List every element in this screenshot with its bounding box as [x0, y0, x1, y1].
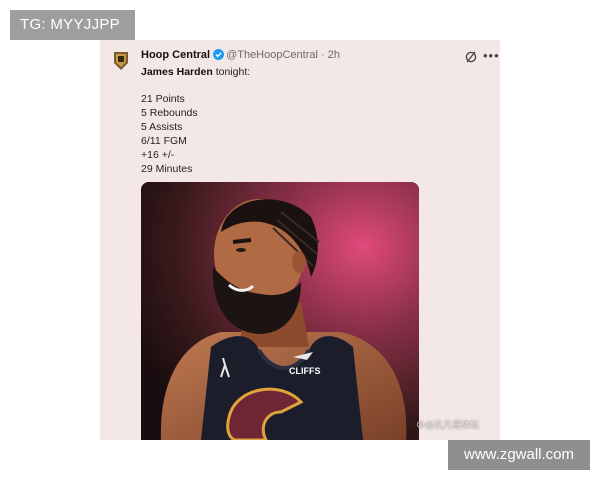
tweet-photo[interactable]: CLIFFS	[141, 182, 419, 440]
post-time[interactable]: 2h	[328, 49, 340, 61]
stat-list: 21 Points 5 Rebounds 5 Assists 6/11 FGM …	[141, 92, 198, 176]
author-name[interactable]: Hoop Central	[141, 49, 210, 61]
jersey-sponsor-text: CLIFFS	[289, 366, 321, 376]
stat-line: +16 +/-	[141, 149, 175, 161]
stat-line: 6/11 FGM	[141, 135, 187, 147]
more-icon[interactable]: •••	[483, 48, 500, 63]
tweet-text-suffix: tonight:	[212, 66, 251, 78]
player-photo-illustration: CLIFFS	[141, 182, 419, 440]
tweet-text: James Harden tonight:	[141, 65, 250, 79]
photo-watermark: ⊗@孔凡哥体坛	[416, 420, 480, 430]
stat-line: 5 Rebounds	[141, 107, 198, 119]
tweet-card[interactable]: Hoop Central @TheHoopCentral · 2h ••• Ja…	[100, 40, 500, 440]
stat-line: 29 Minutes	[141, 163, 193, 175]
tweet-header: Hoop Central @TheHoopCentral · 2h	[141, 49, 340, 61]
tg-watermark: TG: MYYJJPP	[10, 10, 135, 40]
author-handle[interactable]: @TheHoopCentral	[226, 49, 318, 61]
stat-line: 21 Points	[141, 93, 185, 105]
team-logo-avatar[interactable]	[113, 51, 129, 71]
player-mention[interactable]: James Harden	[141, 66, 213, 78]
meta-separator: ·	[321, 49, 325, 61]
verified-icon	[213, 49, 225, 60]
site-watermark: www.zgwall.com	[448, 440, 590, 470]
grok-icon[interactable]	[464, 50, 478, 64]
stat-line: 5 Assists	[141, 121, 183, 133]
